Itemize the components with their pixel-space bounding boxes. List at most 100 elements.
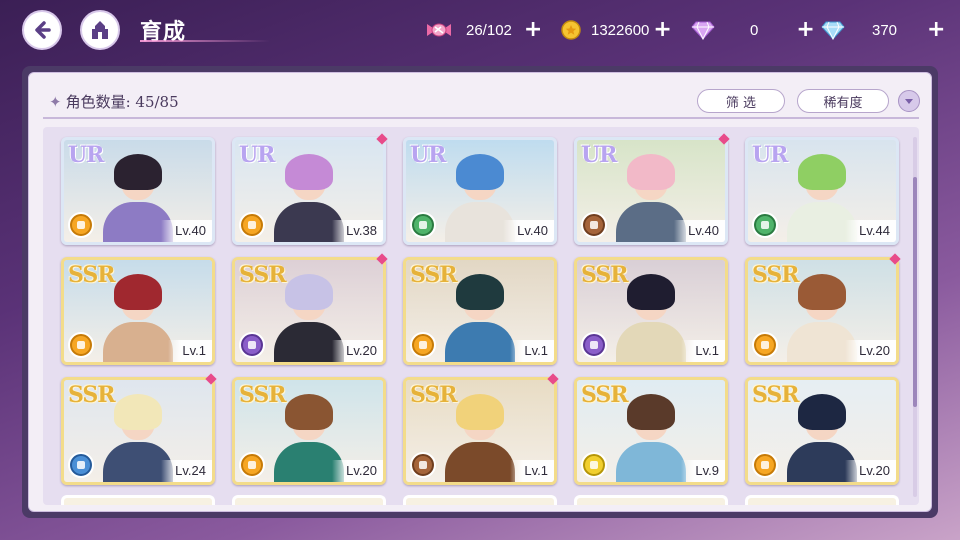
level-label: Lv.20 [332, 340, 383, 362]
attribute-icon [68, 212, 94, 238]
filter-button[interactable]: 筛 选 [697, 89, 785, 113]
gold-value: 1322600 [591, 21, 650, 39]
character-card[interactable]: SSR Lv.1 [574, 257, 728, 365]
rarity-badge: SSR [752, 262, 800, 288]
gold-plus-button[interactable]: + [653, 19, 671, 41]
portrait-outfit [616, 442, 686, 482]
character-card-partial[interactable] [574, 495, 728, 505]
paid-gem-plus-button[interactable]: + [796, 19, 814, 41]
sort-direction-button[interactable] [898, 90, 920, 112]
portrait-hair [285, 394, 333, 430]
free-gem-plus-button[interactable]: + [927, 19, 945, 41]
rarity-badge: SSR [752, 382, 800, 408]
stamina-value: 26/102 [466, 21, 512, 39]
character-card-partial[interactable] [61, 495, 215, 505]
portrait-hair [285, 274, 333, 310]
pink-diamond-icon [691, 21, 715, 41]
back-arrow-icon [35, 21, 51, 39]
rarity-badge: UR [752, 142, 788, 168]
character-card[interactable]: SSR Lv.24 [61, 377, 215, 485]
character-card-partial[interactable] [745, 495, 899, 505]
attribute-icon [410, 452, 436, 478]
character-count-text: 角色数量: 45/85 [65, 93, 179, 111]
level-label: Lv.20 [332, 460, 383, 482]
rarity-badge: SSR [68, 382, 116, 408]
top-bar: 育成 26/102 + 1322600 + 0 + 370 + [0, 0, 960, 62]
character-card[interactable]: SSR Lv.1 [403, 257, 557, 365]
portrait-hair [114, 394, 162, 430]
portrait-hair [114, 274, 162, 310]
character-card[interactable]: SSR Lv.20 [232, 257, 386, 365]
title-decoration [140, 40, 270, 42]
portrait-hair [798, 394, 846, 430]
roster-panel-inner: ✦ 角色数量: 45/85 筛 选 稀有度 UR Lv.40 UR Lv.38 UR Lv.… [28, 72, 932, 512]
character-card[interactable]: SSR Lv.20 [232, 377, 386, 485]
portrait-hair [456, 394, 504, 430]
character-card[interactable]: SSR Lv.20 [745, 377, 899, 485]
character-card-partial[interactable] [403, 495, 557, 505]
rarity-badge: SSR [581, 382, 629, 408]
level-label: Lv.40 [161, 220, 212, 242]
blue-diamond-icon [821, 21, 845, 41]
portrait-hair [798, 154, 846, 190]
character-card[interactable]: UR Lv.40 [61, 137, 215, 245]
rarity-badge: SSR [410, 382, 458, 408]
attribute-icon [581, 212, 607, 238]
portrait-hair [627, 274, 675, 310]
portrait-hair [285, 154, 333, 190]
rarity-badge: SSR [581, 262, 629, 288]
free-gem-counter: 370 + [820, 16, 945, 44]
portrait-hair [114, 154, 162, 190]
character-card[interactable]: SSR Lv.20 [745, 257, 899, 365]
character-card-partial[interactable] [232, 495, 386, 505]
rarity-badge: SSR [410, 262, 458, 288]
portrait-outfit [103, 322, 173, 362]
portrait-outfit [445, 442, 515, 482]
back-button[interactable] [22, 10, 62, 50]
rarity-badge: SSR [239, 262, 287, 288]
level-label: Lv.1 [168, 340, 212, 362]
level-label: Lv.40 [674, 220, 725, 242]
attribute-icon [68, 332, 94, 358]
character-card[interactable]: UR Lv.40 [574, 137, 728, 245]
level-label: Lv.38 [332, 220, 383, 242]
rarity-badge: UR [410, 142, 446, 168]
sort-rarity-button[interactable]: 稀有度 [797, 89, 889, 113]
portrait-hair [627, 154, 675, 190]
attribute-icon [410, 332, 436, 358]
stamina-counter: 26/102 + [424, 16, 542, 44]
scrollbar-thumb[interactable] [913, 177, 917, 407]
portrait-outfit [445, 322, 515, 362]
attribute-icon [239, 452, 265, 478]
character-card[interactable]: UR Lv.38 [232, 137, 386, 245]
level-label: Lv.24 [161, 460, 212, 482]
rarity-badge: UR [68, 142, 104, 168]
portrait-hair [456, 274, 504, 310]
castle-home-icon [92, 21, 108, 39]
attribute-icon [752, 212, 778, 238]
level-label: Lv.44 [845, 220, 896, 242]
stamina-plus-button[interactable]: + [524, 19, 542, 41]
character-grid: UR Lv.40 UR Lv.38 UR Lv.40 UR Lv.40 UR Lv.44 SSR Lv… [43, 127, 919, 505]
level-label: Lv.20 [845, 340, 896, 362]
character-card[interactable]: UR Lv.44 [745, 137, 899, 245]
paid-gem-counter: 0 + [690, 16, 815, 44]
home-button[interactable] [80, 10, 120, 50]
level-label: Lv.20 [845, 460, 896, 482]
character-card[interactable]: SSR Lv.1 [61, 257, 215, 365]
character-card[interactable]: SSR Lv.1 [403, 377, 557, 485]
free-gem-value: 370 [872, 21, 898, 39]
level-label: Lv.1 [510, 340, 554, 362]
roster-panel: ✦ 角色数量: 45/85 筛 选 稀有度 UR Lv.40 UR Lv.38 UR Lv.… [22, 66, 938, 518]
level-label: Lv.9 [681, 460, 725, 482]
rarity-badge: UR [581, 142, 617, 168]
rarity-badge: SSR [68, 262, 116, 288]
grid-scrollbar[interactable] [913, 137, 917, 497]
portrait-hair [627, 394, 675, 430]
character-card[interactable]: UR Lv.40 [403, 137, 557, 245]
sparkle-icon: ✦ [49, 93, 62, 111]
rarity-badge: UR [239, 142, 275, 168]
attribute-icon [239, 332, 265, 358]
character-card[interactable]: SSR Lv.9 [574, 377, 728, 485]
level-label: Lv.1 [510, 460, 554, 482]
